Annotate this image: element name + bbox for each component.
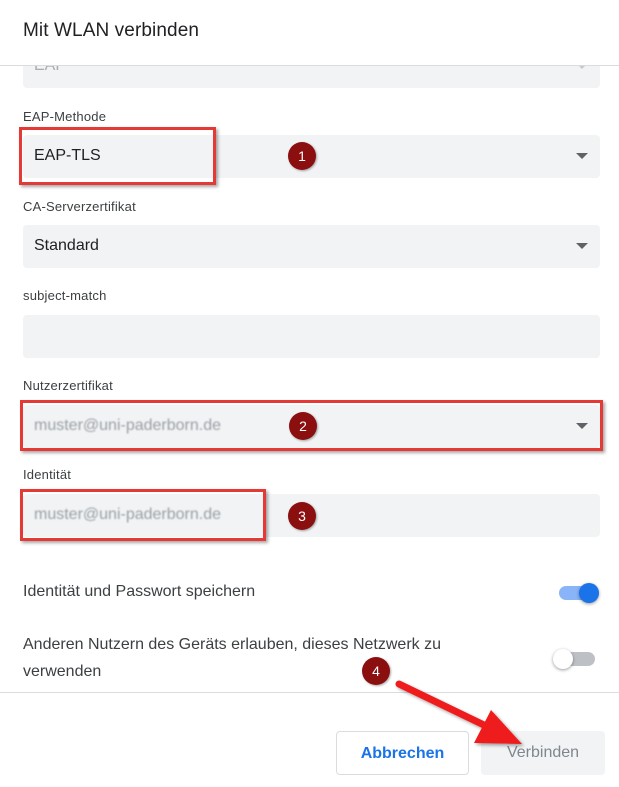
step-badge-1: 1 (288, 142, 316, 170)
subject-match-input[interactable] (23, 315, 600, 358)
step-badge-3: 3 (288, 502, 316, 530)
subject-match-label: subject-match (23, 288, 107, 303)
eap-method-label: EAP-Methode (23, 109, 107, 124)
allow-others-toggle[interactable] (553, 647, 597, 671)
toggle-knob (553, 649, 573, 669)
footer-divider (0, 692, 619, 693)
save-identity-toggle[interactable] (557, 581, 601, 605)
security-select[interactable]: EAP (23, 66, 600, 88)
identity-label: Identität (23, 467, 72, 482)
toggle-knob (579, 583, 599, 603)
dialog-title: Mit WLAN verbinden (23, 20, 200, 41)
cancel-button[interactable]: Abbrechen (336, 731, 469, 775)
step-badge-4: 4 (362, 657, 390, 685)
highlight-identity (20, 489, 266, 541)
ca-cert-label: CA-Serverzertifikat (23, 199, 136, 214)
security-select-value: EAP (34, 66, 66, 75)
save-identity-label: Identität und Passwort speichern (23, 583, 256, 600)
highlight-eap-method (19, 127, 216, 185)
ca-cert-select[interactable]: Standard (23, 225, 600, 268)
step-badge-2: 2 (289, 412, 317, 440)
chevron-down-icon (576, 243, 588, 249)
chevron-down-icon (576, 66, 588, 69)
ca-cert-value: Standard (34, 237, 99, 254)
connect-button[interactable]: Verbinden (481, 731, 605, 775)
chevron-down-icon (576, 153, 588, 159)
allow-others-label: Anderen Nutzern des Geräts erlauben, die… (23, 636, 441, 680)
user-cert-label: Nutzerzertifikat (23, 378, 113, 393)
